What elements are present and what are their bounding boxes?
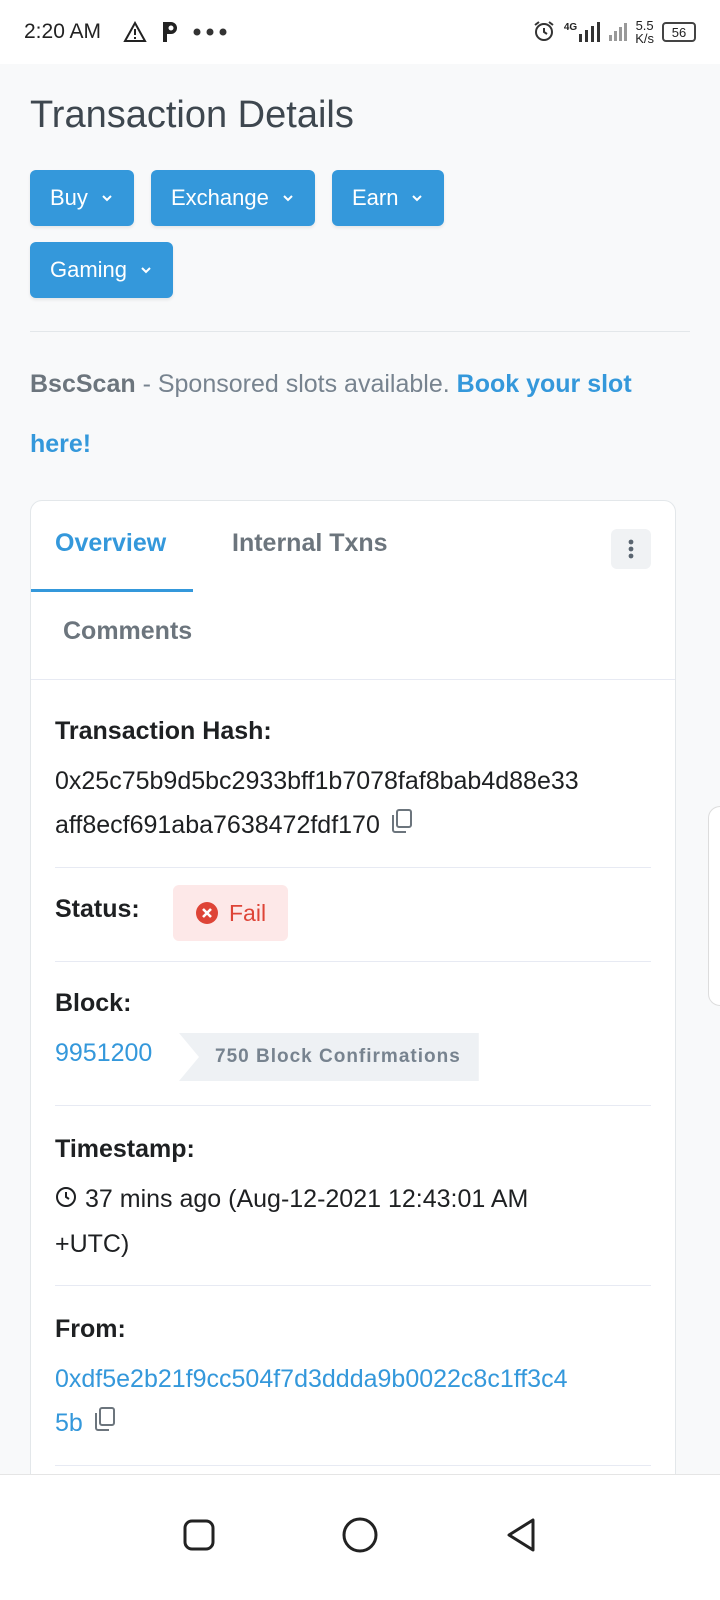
back-triangle-icon (507, 1518, 535, 1552)
recent-apps-button[interactable] (182, 1518, 216, 1557)
status-time: 2:20 AM (24, 20, 102, 43)
battery-level: 56 (671, 24, 687, 40)
block-confirmations: 750 Block Confirmations (215, 1046, 461, 1067)
active-tab-indicator (31, 589, 193, 592)
tx-hash-value: 0x25c75b9d5bc2933bff1b7078faf8bab4d88e33… (55, 759, 579, 848)
page-title: Transaction Details (30, 94, 354, 136)
sponsor-banner: BscScan - Sponsored slots available. Boo… (30, 354, 690, 474)
tx-hash-label: Transaction Hash: (55, 717, 272, 745)
from-address[interactable]: 0xdf5e2b21f9cc504f7d3ddda9b0022c8c1ff3c4… (55, 1357, 568, 1446)
more-options-button[interactable] (611, 529, 651, 569)
row-divider (55, 1285, 651, 1286)
warning-icon (123, 21, 147, 43)
chevron-down-icon (410, 191, 424, 205)
gaming-menu-button[interactable]: Gaming (30, 242, 174, 298)
more-dots-icon (193, 28, 227, 36)
tx-hash-line2: aff8ecf691aba7638472fdf170 (55, 811, 380, 839)
clock-icon (55, 1178, 77, 1222)
sponsor-brand: BscScan (30, 370, 136, 398)
row-divider (55, 1465, 651, 1466)
home-button[interactable] (341, 1516, 379, 1559)
status-label: Status: (55, 895, 140, 923)
square-icon (183, 1519, 215, 1551)
from-line2: 5b (55, 1409, 83, 1437)
tx-hash-line1: 0x25c75b9d5bc2933bff1b7078faf8bab4d88e33 (55, 767, 579, 795)
timestamp-label: Timestamp: (55, 1135, 195, 1163)
timestamp-line2: +UTC) (55, 1230, 130, 1259)
row-divider (55, 961, 651, 962)
chevron-down-icon (281, 191, 295, 205)
timestamp-line1-row: 37 mins ago (Aug-12-2021 12:43:01 AM (55, 1177, 528, 1222)
copy-icon[interactable] (93, 1402, 117, 1446)
status-badge: Fail (173, 885, 289, 941)
timestamp-line1: 37 mins ago (Aug-12-2021 12:43:01 AM (85, 1185, 529, 1213)
system-nav-bar (0, 1474, 720, 1600)
status-value: Fail (229, 899, 267, 926)
exchange-menu-label: Exchange (171, 185, 269, 210)
row-divider (55, 867, 651, 868)
tab-internal-txns[interactable]: Internal Txns (232, 529, 388, 558)
copy-icon[interactable] (390, 804, 414, 848)
tab-comments[interactable]: Comments (63, 617, 192, 646)
error-circle-icon (196, 902, 218, 924)
kebab-icon (628, 539, 634, 559)
transaction-card: Overview Internal Txns Comments Transact… (30, 500, 676, 1500)
timestamp-value: 37 mins ago (Aug-12-2021 12:43:01 AM +UT… (55, 1177, 528, 1266)
tabs-divider (31, 679, 675, 680)
chevron-down-icon (100, 191, 114, 205)
back-button[interactable] (504, 1517, 538, 1558)
header-divider (30, 331, 690, 332)
gaming-menu-label: Gaming (50, 257, 128, 282)
block-label: Block: (55, 989, 132, 1017)
from-label: From: (55, 1315, 126, 1343)
tab-overview[interactable]: Overview (55, 529, 166, 558)
edge-panel-handle[interactable] (708, 806, 720, 1006)
block-confirmations-badge: 750 Block Confirmations (179, 1033, 479, 1081)
chevron-down-icon (139, 263, 153, 277)
signal-4g-icon: 4G (564, 22, 601, 42)
network-type: 4G (563, 22, 578, 33)
from-line2-row: 5b (55, 1401, 568, 1446)
block-number-link[interactable]: 9951200 (55, 1031, 152, 1075)
signal-icon (609, 21, 628, 44)
p-app-icon (161, 20, 179, 44)
network-speed: 5.5 K/s (635, 19, 654, 45)
buy-menu-label: Buy (50, 185, 88, 210)
speed-unit: K/s (635, 31, 654, 46)
sponsor-text: - Sponsored slots available. (135, 370, 457, 398)
alarm-icon (532, 19, 556, 46)
battery-icon: 56 (662, 22, 696, 42)
status-bar: 2:20 AM 4G 5.5 K/s 56 (0, 0, 720, 64)
circle-icon (342, 1517, 378, 1553)
from-line1: 0xdf5e2b21f9cc504f7d3ddda9b0022c8c1ff3c4 (55, 1365, 568, 1393)
earn-menu-button[interactable]: Earn (332, 170, 445, 226)
tx-hash-line2-row: aff8ecf691aba7638472fdf170 (55, 803, 579, 848)
exchange-menu-button[interactable]: Exchange (151, 170, 315, 226)
earn-menu-label: Earn (352, 185, 399, 210)
buy-menu-button[interactable]: Buy (30, 170, 134, 226)
row-divider (55, 1105, 651, 1106)
